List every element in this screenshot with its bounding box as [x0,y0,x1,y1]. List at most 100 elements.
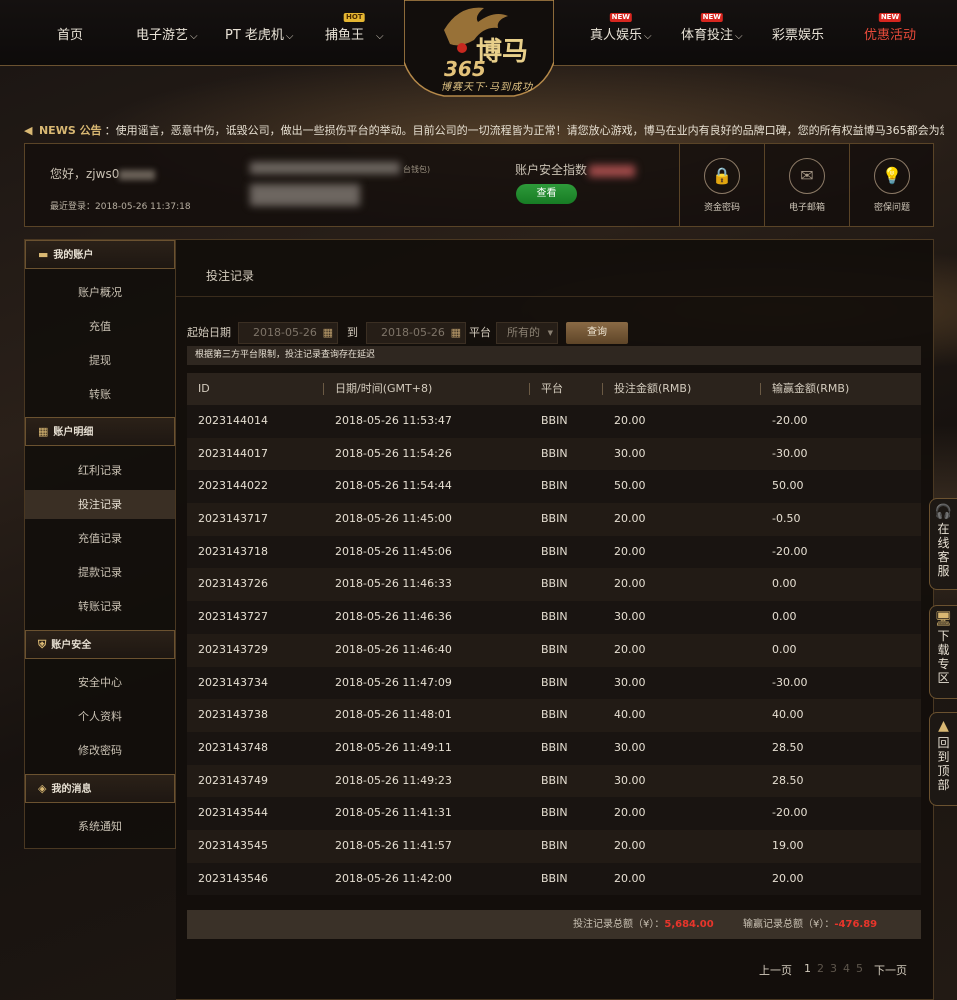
nav-label: 优惠活动 [864,28,917,43]
page-3-link[interactable]: 3 [830,962,837,975]
platform-select[interactable]: 所有的 ▼ [496,322,558,344]
page-1-link[interactable]: 1 [804,962,811,975]
cell-bet-amount: 30.00 [614,446,646,460]
cell-id: 2023143546 [198,871,268,885]
nav-sports[interactable]: NEW 体育投注 ⌵ [681,13,743,43]
end-date-input[interactable]: 2018-05-26 ▦ [366,322,466,344]
start-date-value: 2018-05-26 [253,326,317,339]
logo-slogan: 博赛天下·马到成功 [440,82,534,93]
sidebar-item-security-center[interactable]: 安全中心 [25,668,175,697]
bet-records-table: ID 日期/时间(GMT+8) 平台 投注金额(RMB) 输赢金额(RMB) 2… [187,373,921,896]
cell-platform: BBIN [541,838,568,852]
cell-bet-amount: 30.00 [614,610,646,624]
nav-pt-slots[interactable]: PT 老虎机 ⌵ [225,24,294,43]
nav-fishing[interactable]: HOT 捕鱼王 ⌵ [325,13,384,43]
new-badge: NEW [700,13,723,22]
cell-id: 2023143717 [198,512,268,526]
cell-bet-amount: 20.00 [614,642,646,656]
nav-lottery[interactable]: 彩票娱乐 [772,24,825,43]
table-row: 2023143544 2018-05-26 11:41:31 BBIN 20.00 -2… [187,797,921,830]
cell-bet-amount: 40.00 [614,708,646,722]
back-to-top-float[interactable]: ▲ 回到顶部 [929,712,957,806]
masked-username [119,169,156,180]
sidebar-item-withdraw-records[interactable]: 提款记录 [25,558,175,587]
table-row: 2023143546 2018-05-26 11:42:00 BBIN 20.00 20… [187,862,921,896]
email-tile[interactable]: ✉ 电子邮箱 [764,144,849,226]
page-title-bar: 投注记录 [176,240,933,297]
online-service-float[interactable]: 🎧 在线客服 [929,498,957,590]
page-title: 投注记录 [206,269,255,283]
download-float[interactable]: 🖥 下载专区 [929,605,957,699]
calendar-icon[interactable]: ▦ [451,323,461,343]
cell-win-loss: 40.00 [772,708,804,722]
sidebar-item-transfer[interactable]: 转账 [25,380,175,409]
cell-win-loss: 28.50 [772,740,804,754]
cell-win-loss: -30.00 [772,675,808,689]
cell-win-loss: 0.00 [772,577,797,591]
nav-label: 电子游艺 [136,28,189,43]
next-page-link[interactable]: 下一页 [874,962,907,978]
fund-password-tile[interactable]: 🔒 资金密码 [679,144,764,226]
sidebar-item-overview[interactable]: 账户概况 [25,278,175,307]
headset-icon: 🎧 [934,504,953,520]
section-title: 账户安全 [51,640,92,651]
float-label: 在线客服 [937,522,950,578]
nav-slots[interactable]: 电子游艺 ⌵ [136,24,198,43]
page-5-link[interactable]: 5 [856,962,863,975]
sidebar-item-bet-records[interactable]: 投注记录 [25,490,175,519]
security-question-tile[interactable]: 💡 密保问题 [849,144,934,226]
cell-win-loss: 19.00 [772,838,804,852]
prev-page-link[interactable]: 上一页 [759,962,792,978]
cell-datetime: 2018-05-26 11:46:40 [335,642,452,656]
nav-label: 彩票娱乐 [772,28,825,43]
totals-bar: 投注记录总额（¥）：5,684.00 输赢记录总额（¥）：-476.89 [187,910,921,939]
float-label: 回到顶部 [937,736,950,792]
cell-win-loss: -30.00 [772,446,808,460]
security-index: 账户安全指数 [515,161,636,178]
sidebar-head-account-security[interactable]: ⛨ 账户安全 [25,630,175,659]
nav-live-casino[interactable]: NEW 真人娱乐 ⌵ [590,13,652,43]
bet-total: 投注记录总额（¥）：5,684.00 [573,910,714,939]
cell-id: 2023143734 [198,675,268,689]
sidebar-item-withdraw[interactable]: 提现 [25,346,175,375]
check-button[interactable]: 查看 [516,184,577,204]
cell-datetime: 2018-05-26 11:49:11 [335,740,452,754]
sidebar-item-bonus-records[interactable]: 红利记录 [25,456,175,485]
cell-datetime: 2018-05-26 11:54:44 [335,479,452,493]
sidebar-head-my-account[interactable]: ▬ 我的账户 [25,240,175,269]
sidebar-item-profile[interactable]: 个人资料 [25,702,175,731]
nav-home[interactable]: 首页 [57,24,83,43]
cell-platform: BBIN [541,675,568,689]
page-2-link[interactable]: 2 [817,962,824,975]
cell-bet-amount: 50.00 [614,479,646,493]
cell-bet-amount: 20.00 [614,544,646,558]
cell-datetime: 2018-05-26 11:54:26 [335,446,452,460]
chevron-down-icon: ⌵ [735,31,743,42]
cell-platform: BBIN [541,708,568,722]
sidebar-head-my-messages[interactable]: ◈ 我的消息 [25,774,175,803]
cell-bet-amount: 20.00 [614,512,646,526]
query-button[interactable]: 查询 [566,322,628,344]
page-4-link[interactable]: 4 [843,962,850,975]
cell-datetime: 2018-05-26 11:45:06 [335,544,452,558]
cell-bet-amount: 20.00 [614,838,646,852]
calendar-icon[interactable]: ▦ [323,323,333,343]
column-divider [529,383,530,395]
column-datetime: 日期/时间(GMT+8) [335,382,433,395]
sidebar-item-transfer-records[interactable]: 转账记录 [25,592,175,621]
sidebar-item-deposit[interactable]: 充值 [25,312,175,341]
column-id: ID [198,382,210,395]
sidebar-item-change-password[interactable]: 修改密码 [25,736,175,765]
bulb-icon: 💡 [874,158,910,194]
sidebar-item-system-notice[interactable]: 系统通知 [25,812,175,841]
sidebar-head-account-detail[interactable]: ▦ 账户明细 [25,417,175,446]
platform-label: 平台 [469,326,491,339]
cell-platform: BBIN [541,479,568,493]
nav-promotions[interactable]: NEW 优惠活动 [864,13,917,43]
start-date-input[interactable]: 2018-05-26 ▦ [238,322,338,344]
news-ticker[interactable]: ◀ NEWS 公告 ：使用谣言，恶意中伤，诋毁公司，做出一些损伤平台的举动。目前公… [24,122,944,138]
cell-datetime: 2018-05-26 11:48:01 [335,708,452,722]
sidebar-item-deposit-records[interactable]: 充值记录 [25,524,175,553]
table-row: 2023143749 2018-05-26 11:49:23 BBIN 30.00 28… [187,764,921,798]
main-panel: 投注记录 起始日期 2018-05-26 ▦ 到 2018-05-26 ▦ 平台 所… [176,239,934,1000]
